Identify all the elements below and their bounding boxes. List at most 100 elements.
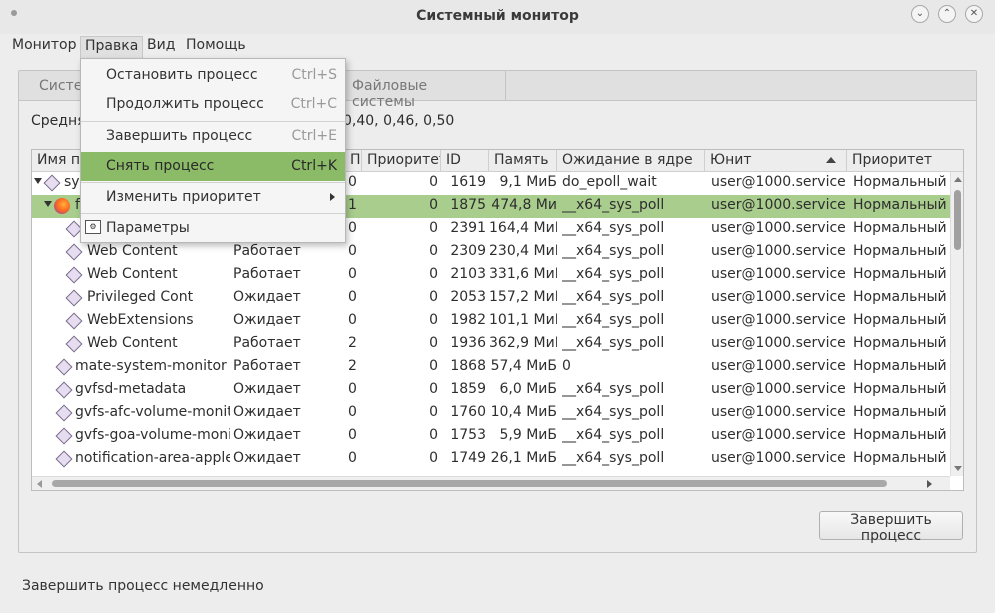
menu-item-stop-process[interactable]: Остановить процесс Ctrl+S [81, 61, 345, 90]
cell-cpu: 0 [348, 289, 357, 305]
cell-nice: 0 [429, 312, 438, 328]
table-row[interactable]: WebExtensions Ожидает 0 0 1982 101,1 МиБ __x64… [32, 310, 950, 333]
menu-monitor[interactable]: Монитор [8, 36, 81, 58]
cell-prio: Нормальный [853, 266, 947, 282]
scroll-right-icon[interactable] [927, 480, 932, 488]
table-row[interactable]: gvfs-afc-volume-monit Ожидает 0 0 1760 10,4 М… [32, 402, 950, 425]
scroll-up-icon[interactable] [954, 177, 962, 182]
sort-ascending-icon [826, 157, 836, 163]
horizontal-scrollbar[interactable] [32, 476, 950, 490]
table-row[interactable]: Web Content Работает 0 0 2309 230,4 МиБ __x64_… [32, 241, 950, 264]
cell-nice: 0 [429, 289, 438, 305]
cell-wait: __x64_sys_poll [562, 335, 665, 351]
horizontal-scroll-thumb[interactable] [52, 480, 887, 487]
cell-unit: user@1000.service [711, 404, 846, 420]
cell-status: Ожидает [233, 427, 301, 443]
menu-item-preferences[interactable]: ⚙ Параметры [81, 214, 345, 243]
cell-nice: 0 [429, 174, 438, 190]
cell-unit: user@1000.service [711, 220, 846, 236]
cell-nice: 0 [429, 404, 438, 420]
menu-help[interactable]: Помощь [182, 36, 250, 58]
close-icon[interactable]: ✕ [965, 5, 983, 23]
process-name: gvfs-afc-volume-monit [75, 404, 230, 420]
cell-status: Ожидает [233, 450, 301, 466]
cell-prio: Нормальный [853, 174, 947, 190]
column-id[interactable]: ID [441, 150, 489, 172]
cell-mem: 474,8 Ми [491, 197, 557, 213]
process-name: gvfs-goa-volume-moni [75, 427, 230, 443]
cell-cpu: 0 [348, 220, 357, 236]
cell-id: 1936 [450, 335, 486, 351]
maximize-icon[interactable]: ⌃ [938, 5, 956, 23]
cell-id: 1982 [450, 312, 486, 328]
table-row[interactable]: Web Content Работает 2 0 1936 362,9 МиБ __x64_… [32, 333, 950, 356]
cell-unit: user@1000.service [711, 197, 846, 213]
cell-cpu: 2 [348, 358, 357, 374]
cell-wait: __x64_sys_poll [562, 381, 665, 397]
process-icon [55, 404, 73, 422]
column-unit[interactable]: Юнит [705, 150, 847, 172]
cell-cpu: 1 [348, 197, 357, 213]
process-icon [65, 266, 83, 284]
window-title: Системный монитор [416, 8, 579, 24]
cell-wait: __x64_sys_poll [562, 312, 665, 328]
tab-file-systems[interactable]: Файловые системы [332, 71, 506, 110]
menu-item-accel: Ctrl+S [291, 67, 337, 83]
column-cpu[interactable]: П [345, 150, 362, 172]
scroll-down-icon[interactable] [954, 466, 962, 471]
cell-status: Работает [233, 335, 301, 351]
expander-icon[interactable] [34, 178, 42, 184]
minimize-icon[interactable]: ⌄ [911, 5, 929, 23]
expander-icon[interactable] [44, 201, 52, 207]
menu-item-continue-process[interactable]: Продолжить процесс Ctrl+C [81, 90, 345, 119]
column-memory[interactable]: Память [489, 150, 557, 172]
menu-item-end-process[interactable]: Завершить процесс Ctrl+E [81, 122, 345, 151]
firefox-icon [54, 198, 70, 214]
vertical-scroll-thumb[interactable] [954, 190, 961, 250]
cell-prio: Нормальный [853, 220, 947, 236]
menu-edit[interactable]: Правка [80, 36, 144, 58]
process-name: mate-system-monitor [75, 358, 227, 374]
menu-item-label: Остановить процесс [106, 67, 258, 83]
column-priority[interactable]: Приоритет [847, 150, 963, 172]
table-row[interactable]: Web Content Работает 0 0 2103 331,6 МиБ __x64_… [32, 264, 950, 287]
cell-wait: __x64_sys_poll [562, 266, 665, 282]
cell-cpu: 0 [348, 427, 357, 443]
load-average-label: Средня [31, 113, 86, 129]
cell-nice: 0 [429, 335, 438, 351]
cell-prio: Нормальный [853, 197, 947, 213]
table-row[interactable]: notification-area-apple Ожидает 0 0 1749 26,1… [32, 448, 950, 471]
cell-mem: 362,9 МиБ [489, 335, 557, 351]
column-waiting-channel[interactable]: Ожидание в ядре [557, 150, 705, 172]
table-row[interactable]: mate-system-monitor Работает 2 0 1868 57,4 Ми… [32, 356, 950, 379]
table-row[interactable]: gvfs-goa-volume-moni Ожидает 0 0 1753 5,9 МиБ… [32, 425, 950, 448]
end-process-button[interactable]: Завершить процесс [819, 511, 963, 544]
column-nice[interactable]: Приоритет [362, 150, 441, 172]
cell-wait: __x64_sys_poll [562, 427, 665, 443]
status-bar: Завершить процесс немедленно [22, 578, 264, 594]
menu-item-accel: Ctrl+E [291, 128, 338, 144]
process-name: notification-area-apple [75, 450, 230, 466]
menu-view[interactable]: Вид [143, 36, 179, 58]
menu-bar: Монитор Правка Вид Помощь [0, 34, 995, 58]
cell-status: Ожидает [233, 381, 301, 397]
menu-item-label: Снять процесс [106, 158, 215, 174]
cell-mem: 10,4 МиБ [490, 404, 557, 420]
cell-unit: user@1000.service [711, 335, 846, 351]
table-row[interactable]: Privileged Cont Ожидает 0 0 2053 157,2 МиБ __x… [32, 287, 950, 310]
cell-mem: 230,4 МиБ [489, 243, 557, 259]
vertical-scrollbar[interactable] [950, 172, 963, 476]
cell-id: 1760 [450, 404, 486, 420]
process-name: WebExtensions [87, 312, 194, 328]
cell-prio: Нормальный [853, 243, 947, 259]
cell-unit: user@1000.service [711, 450, 846, 466]
menu-item-change-priority[interactable]: Изменить приоритет [81, 183, 345, 212]
table-row[interactable]: gvfsd-metadata Ожидает 0 0 1859 6,0 МиБ __x64_… [32, 379, 950, 402]
cell-status: Ожидает [233, 404, 301, 420]
process-icon [65, 335, 83, 353]
cell-status: Работает [233, 358, 301, 374]
menu-item-kill-process[interactable]: Снять процесс Ctrl+K [81, 152, 345, 181]
cell-wait: __x64_sys_poll [562, 243, 665, 259]
cell-unit: user@1000.service [711, 358, 846, 374]
scroll-left-icon[interactable] [37, 480, 42, 488]
